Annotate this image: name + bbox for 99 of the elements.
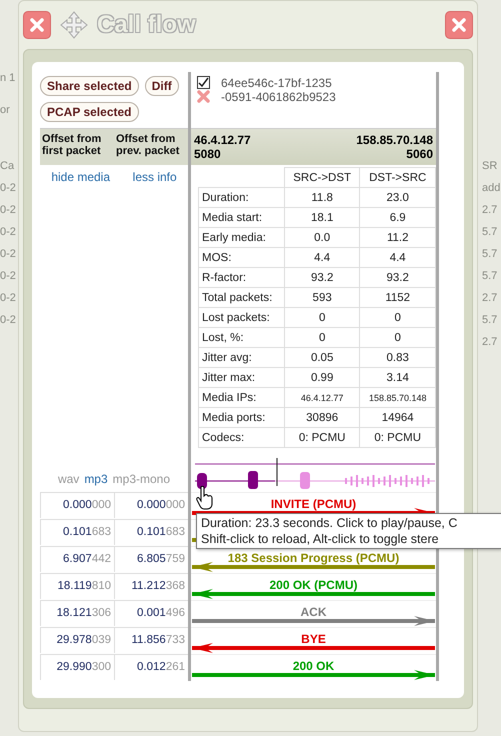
stats-cell: 0 — [284, 308, 360, 328]
window-title: Call flow — [97, 11, 198, 39]
tooltip: Duration: 23.3 seconds. Click to play/pause, C Shift-click to reload, Alt-click to toggle stere — [196, 513, 501, 549]
message-label: 200 OK — [292, 660, 334, 673]
background-cell: 0-2 — [0, 226, 16, 238]
message-label: 183 Session Progress (PCMU) — [228, 552, 400, 565]
toggle-link[interactable]: less info — [132, 165, 177, 189]
stats-label: Jitter avg: — [198, 348, 284, 368]
background-cell-text: 5.7 — [482, 314, 498, 326]
background-cell-text: 5.7 — [482, 270, 498, 282]
format-link[interactable]: wav — [58, 472, 80, 486]
stats-label: Media start: — [198, 208, 284, 228]
stats-label: Duration: — [198, 188, 284, 208]
close-icon — [29, 17, 45, 33]
close-button[interactable] — [23, 11, 51, 39]
stats-label: Media ports: — [198, 408, 284, 428]
stats-cell: 0 — [284, 328, 360, 348]
background-cell-text: 2.7 — [482, 292, 498, 304]
stats-label: MOS: — [198, 248, 284, 268]
offset-cell: 0.000000 — [40, 492, 114, 518]
close-button[interactable] — [445, 11, 473, 39]
stats-label: R-factor: — [198, 268, 284, 288]
stats-column-header: SRC->DST — [284, 168, 360, 188]
stats-cell: 93.2 — [284, 268, 360, 288]
action-button[interactable]: Diff — [144, 76, 179, 96]
stats-cell: 0 — [360, 328, 436, 348]
background-column-header: add — [482, 182, 500, 194]
close-icon — [451, 17, 467, 33]
offset-cell: 29.978039 — [40, 627, 114, 653]
background-text: n 1 — [0, 72, 16, 84]
stats-cell: 158.85.70.148 — [360, 388, 436, 408]
stats-cell: 6.9 — [360, 208, 436, 228]
background-cell: 0-2 — [0, 248, 16, 260]
format-link[interactable]: mp3-mono — [112, 472, 170, 486]
port-text: 5080 — [194, 147, 222, 161]
toggle-link[interactable]: hide media — [51, 165, 110, 189]
stats-cell: 1152 — [360, 288, 436, 308]
message-label: INVITE (PCMU) — [270, 498, 356, 511]
stats-label: Early media: — [198, 228, 284, 248]
ip-text: 158.85.70.148 — [356, 133, 433, 147]
stats-label: Lost packets: — [198, 308, 284, 328]
message-label: BYE — [301, 633, 326, 646]
stats-cell: 0.05 — [284, 348, 360, 368]
stats-cell: 3.14 — [360, 368, 436, 388]
ip-text: 46.4.12.77 — [194, 133, 251, 147]
background-cell: 0-2 — [0, 292, 16, 304]
stats-cell: 4.4 — [284, 248, 360, 268]
offset-cell: 0.101683 — [40, 519, 114, 545]
stats-label: Codecs: — [198, 428, 284, 448]
stats-label: Total packets: — [198, 288, 284, 308]
stats-cell: 11.2 — [360, 228, 436, 248]
message-label: 200 OK (PCMU) — [269, 579, 358, 592]
background-cell-text: 2.7 — [482, 336, 498, 348]
stats-cell: 18.1 — [284, 208, 360, 228]
stats-label: Jitter max: — [198, 368, 284, 388]
stats-cell: 0: PCMU — [360, 428, 436, 448]
message-label: ACK — [300, 606, 326, 619]
stats-cell: 46.4.12.77 — [284, 388, 360, 408]
stats-column-header: DST->SRC — [360, 168, 436, 188]
background-cell-text: 2.7 — [482, 204, 498, 216]
stats-cell: 0 — [360, 308, 436, 328]
background-cell-text: 5.7 — [482, 248, 498, 260]
background-text: or — [0, 104, 11, 116]
stats-cell: 14964 — [360, 408, 436, 428]
stats-label: Lost, %: — [198, 328, 284, 348]
stats-cell: 23.0 — [360, 188, 436, 208]
stats-cell: 0.0 — [284, 228, 360, 248]
offset-cell: 6.907442 — [40, 546, 114, 572]
checkbox[interactable] — [197, 76, 210, 89]
stats-cell: 593 — [284, 288, 360, 308]
offset-cell: 18.119810 — [40, 573, 114, 599]
call-id-text: 64ee546c-17bf-1235 — [221, 76, 333, 90]
stats-cell: 93.2 — [360, 268, 436, 288]
format-link[interactable]: mp3 — [84, 472, 108, 486]
offset-cell: 18.121306 — [40, 600, 114, 626]
stats-cell: 4.4 — [360, 248, 436, 268]
audio-waveform[interactable] — [195, 456, 435, 490]
background-column-header: SR — [482, 160, 498, 172]
offset-cell: 29.990300 — [40, 654, 114, 680]
stats-cell: 30896 — [284, 408, 360, 428]
stats-label: Media IPs: — [198, 388, 284, 408]
background-column-header: Ca — [0, 160, 16, 172]
background-cell: 0-2 — [0, 182, 16, 194]
hand-cursor-icon — [196, 486, 214, 510]
call-id-text: -0591-4061862b9523 — [221, 90, 337, 104]
stats-cell: 0.83 — [360, 348, 436, 368]
background-cell: 0-2 — [0, 314, 16, 326]
port-text: 5060 — [405, 147, 433, 161]
column-header: Offset from prev. packet — [114, 128, 188, 165]
action-button[interactable]: PCAP selected — [40, 102, 138, 122]
column-header: Offset from first packet — [40, 128, 114, 165]
stats-cell: 11.8 — [284, 188, 360, 208]
move-icon[interactable] — [59, 10, 89, 40]
background-cell-text: 5.7 — [482, 226, 498, 238]
background-cell: 0-2 — [0, 204, 16, 216]
stats-cell: 0.99 — [284, 368, 360, 388]
action-button[interactable]: Share selected — [40, 76, 139, 96]
stats-cell: 0: PCMU — [284, 428, 360, 448]
background-cell: 0-2 — [0, 270, 16, 282]
